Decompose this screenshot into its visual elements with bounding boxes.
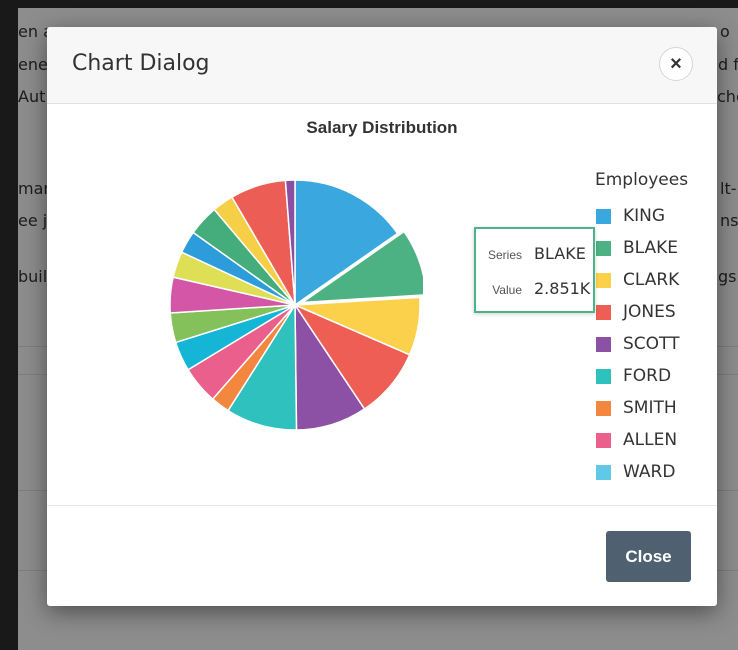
tooltip-series-row: Series BLAKE (476, 244, 593, 264)
legend-item-ford[interactable]: FORD (595, 360, 705, 392)
tooltip-series-value: BLAKE (534, 244, 586, 263)
dialog-title: Chart Dialog (72, 51, 210, 76)
legend-swatch (596, 400, 611, 416)
legend-item-clark[interactable]: CLARK (595, 264, 705, 296)
legend-item-smith[interactable]: SMITH (595, 392, 705, 424)
legend-swatch (596, 368, 611, 384)
tooltip-value-value: 2.851K (534, 279, 591, 298)
legend-label: BLAKE (623, 238, 679, 258)
legend-label: FORD (623, 366, 672, 386)
legend-swatch (596, 432, 611, 448)
dialog-footer: Close (47, 505, 717, 607)
legend-swatch (596, 208, 611, 224)
legend-swatch (596, 464, 611, 480)
close-button[interactable]: Close (606, 531, 691, 582)
legend-label: SCOTT (623, 334, 680, 354)
chart-dialog: Chart Dialog × Salary Distribution Emplo… (47, 27, 717, 606)
chart-title: Salary Distribution (306, 118, 458, 137)
legend-swatch (596, 272, 611, 288)
legend-item-scott[interactable]: SCOTT (595, 328, 705, 360)
legend-items: KING BLAKE CLARK JONES SCOTT FORD SMITH ALLEN WA… (595, 200, 705, 488)
legend-item-king[interactable]: KING (595, 200, 705, 232)
legend-item-jones[interactable]: JONES (595, 296, 705, 328)
legend-label: KING (623, 206, 666, 226)
legend-swatch (596, 304, 611, 320)
chart-legend: Employees KING BLAKE CLARK JONES SCOTT FORD SM… (595, 170, 705, 510)
legend-label: WARD (623, 462, 676, 482)
legend-label: ALLEN (623, 430, 678, 450)
legend-label: SMITH (623, 398, 677, 418)
legend-label: JONES (623, 302, 676, 322)
legend-swatch (596, 336, 611, 352)
legend-swatch (596, 240, 611, 256)
legend-item-blake[interactable]: BLAKE (595, 232, 705, 264)
tooltip-value-row: Value 2.851K (476, 279, 593, 299)
pie-chart (169, 179, 423, 431)
dialog-header: Chart Dialog × (47, 27, 717, 104)
legend-item-allen[interactable]: ALLEN (595, 424, 705, 456)
tooltip-series-key: Series (487, 248, 522, 262)
tooltip-value-key: Value (492, 283, 522, 297)
chart-tooltip: Series BLAKE Value 2.851K (474, 227, 595, 313)
close-icon: × (670, 52, 682, 75)
legend-label: CLARK (623, 270, 680, 290)
dialog-close-icon-button[interactable]: × (659, 47, 693, 81)
legend-title: Employees (595, 170, 689, 190)
